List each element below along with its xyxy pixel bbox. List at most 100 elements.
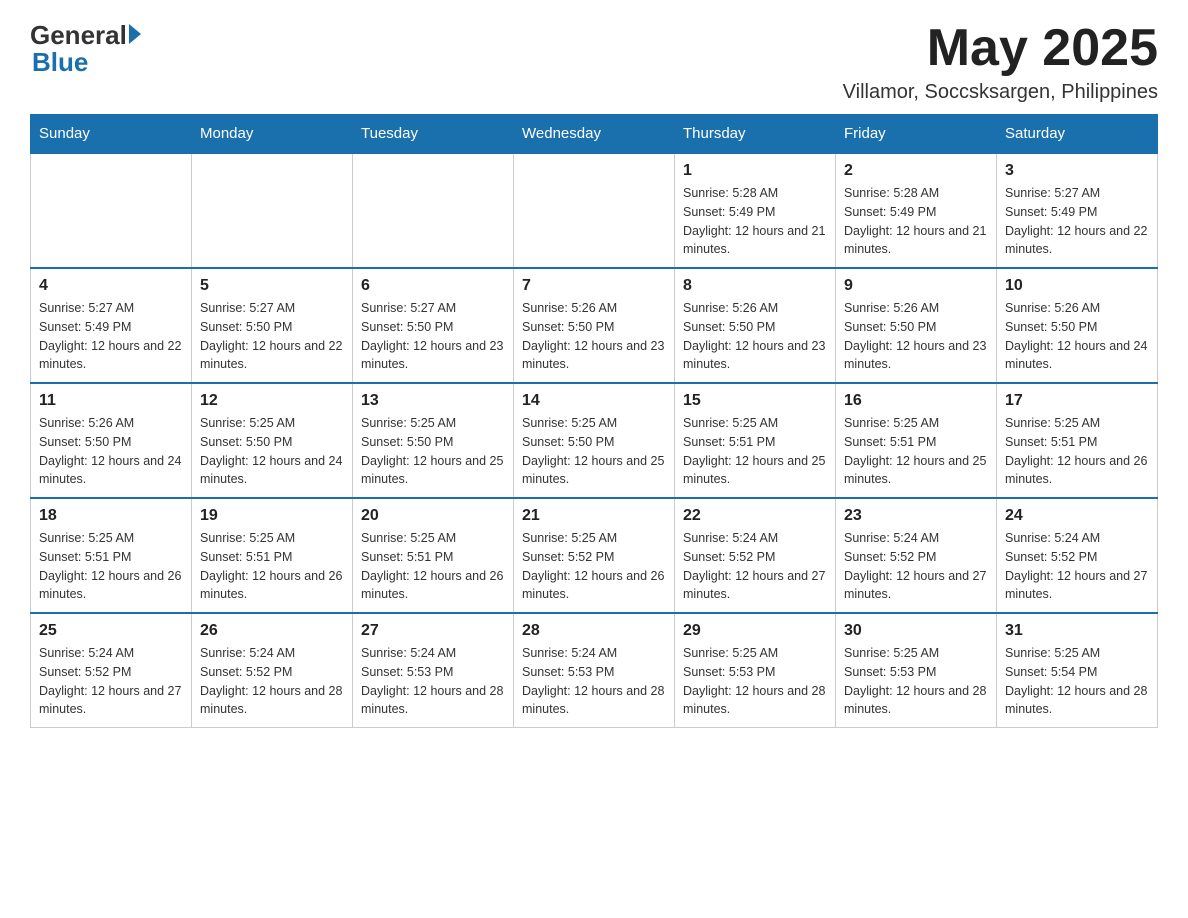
day-info: Sunrise: 5:26 AM Sunset: 5:50 PM Dayligh…: [683, 299, 827, 374]
day-number: 25: [39, 622, 183, 640]
logo-blue-text: Blue: [30, 47, 88, 78]
day-number: 5: [200, 277, 344, 295]
calendar-cell: 4Sunrise: 5:27 AM Sunset: 5:49 PM Daylig…: [31, 268, 192, 383]
calendar-cell: 24 Sunrise: 5:24 AM Sunset: 5:52 PM Dayli…: [997, 498, 1158, 613]
calendar-cell: 1 Sunrise: 5:28 AM Sunset: 5:49 PM Daylig…: [675, 153, 836, 268]
day-info: Sunrise: 5:24 AM Sunset: 5:52 PM Dayligh…: [39, 644, 183, 719]
calendar-header-wednesday: Wednesday: [514, 115, 675, 154]
calendar-cell: 7 Sunrise: 5:26 AM Sunset: 5:50 PM Daylig…: [514, 268, 675, 383]
day-info: Sunrise: 5:24 AM Sunset: 5:52 PM Dayligh…: [1005, 529, 1149, 604]
day-number: 26: [200, 622, 344, 640]
day-info: Sunrise: 5:25 AM Sunset: 5:50 PM Dayligh…: [361, 414, 505, 489]
calendar-header-saturday: Saturday: [997, 115, 1158, 154]
day-number: 15: [683, 392, 827, 410]
calendar-cell: 5 Sunrise: 5:27 AM Sunset: 5:50 PM Daylig…: [192, 268, 353, 383]
day-number: 7: [522, 277, 666, 295]
day-info: Sunrise: 5:24 AM Sunset: 5:53 PM Dayligh…: [522, 644, 666, 719]
calendar-cell: [192, 153, 353, 268]
calendar-cell: 8 Sunrise: 5:26 AM Sunset: 5:50 PM Daylig…: [675, 268, 836, 383]
calendar-cell: 15Sunrise: 5:25 AM Sunset: 5:51 PM Dayli…: [675, 383, 836, 498]
day-info: Sunrise: 5:25 AM Sunset: 5:51 PM Dayligh…: [200, 529, 344, 604]
calendar-cell: 31 Sunrise: 5:25 AM Sunset: 5:54 PM Dayli…: [997, 613, 1158, 728]
day-number: 3: [1005, 162, 1149, 180]
calendar-body: 1 Sunrise: 5:28 AM Sunset: 5:49 PM Daylig…: [31, 153, 1158, 728]
calendar-cell: 13 Sunrise: 5:25 AM Sunset: 5:50 PM Dayli…: [353, 383, 514, 498]
calendar-week-3: 11Sunrise: 5:26 AM Sunset: 5:50 PM Dayli…: [31, 383, 1158, 498]
calendar-cell: 17 Sunrise: 5:25 AM Sunset: 5:51 PM Dayli…: [997, 383, 1158, 498]
day-info: Sunrise: 5:27 AM Sunset: 5:49 PM Dayligh…: [39, 299, 183, 374]
calendar-cell: 12 Sunrise: 5:25 AM Sunset: 5:50 PM Dayli…: [192, 383, 353, 498]
day-number: 30: [844, 622, 988, 640]
calendar-week-2: 4Sunrise: 5:27 AM Sunset: 5:49 PM Daylig…: [31, 268, 1158, 383]
day-number: 17: [1005, 392, 1149, 410]
day-number: 16: [844, 392, 988, 410]
calendar-cell: [353, 153, 514, 268]
day-number: 9: [844, 277, 988, 295]
day-number: 24: [1005, 507, 1149, 525]
day-number: 31: [1005, 622, 1149, 640]
day-info: Sunrise: 5:27 AM Sunset: 5:50 PM Dayligh…: [200, 299, 344, 374]
calendar-cell: 19Sunrise: 5:25 AM Sunset: 5:51 PM Dayli…: [192, 498, 353, 613]
calendar-week-4: 18Sunrise: 5:25 AM Sunset: 5:51 PM Dayli…: [31, 498, 1158, 613]
calendar-cell: [31, 153, 192, 268]
day-info: Sunrise: 5:27 AM Sunset: 5:49 PM Dayligh…: [1005, 184, 1149, 259]
day-info: Sunrise: 5:26 AM Sunset: 5:50 PM Dayligh…: [522, 299, 666, 374]
calendar-cell: 25 Sunrise: 5:24 AM Sunset: 5:52 PM Dayli…: [31, 613, 192, 728]
day-info: Sunrise: 5:24 AM Sunset: 5:53 PM Dayligh…: [361, 644, 505, 719]
day-info: Sunrise: 5:25 AM Sunset: 5:51 PM Dayligh…: [39, 529, 183, 604]
day-number: 6: [361, 277, 505, 295]
calendar-header-tuesday: Tuesday: [353, 115, 514, 154]
calendar-cell: 9 Sunrise: 5:26 AM Sunset: 5:50 PM Daylig…: [836, 268, 997, 383]
calendar-cell: 29Sunrise: 5:25 AM Sunset: 5:53 PM Dayli…: [675, 613, 836, 728]
location-title: Villamor, Soccsksargen, Philippines: [843, 81, 1158, 104]
day-number: 22: [683, 507, 827, 525]
day-info: Sunrise: 5:24 AM Sunset: 5:52 PM Dayligh…: [844, 529, 988, 604]
page-header: General Blue May 2025 Villamor, Soccsksa…: [30, 20, 1158, 104]
calendar-cell: 18Sunrise: 5:25 AM Sunset: 5:51 PM Dayli…: [31, 498, 192, 613]
logo-arrow-icon: [129, 24, 141, 44]
day-info: Sunrise: 5:26 AM Sunset: 5:50 PM Dayligh…: [39, 414, 183, 489]
day-info: Sunrise: 5:25 AM Sunset: 5:54 PM Dayligh…: [1005, 644, 1149, 719]
day-info: Sunrise: 5:26 AM Sunset: 5:50 PM Dayligh…: [844, 299, 988, 374]
calendar-cell: 27 Sunrise: 5:24 AM Sunset: 5:53 PM Dayli…: [353, 613, 514, 728]
day-number: 20: [361, 507, 505, 525]
calendar-cell: 22 Sunrise: 5:24 AM Sunset: 5:52 PM Dayli…: [675, 498, 836, 613]
day-info: Sunrise: 5:25 AM Sunset: 5:53 PM Dayligh…: [844, 644, 988, 719]
calendar-cell: 3 Sunrise: 5:27 AM Sunset: 5:49 PM Daylig…: [997, 153, 1158, 268]
day-info: Sunrise: 5:25 AM Sunset: 5:52 PM Dayligh…: [522, 529, 666, 604]
day-info: Sunrise: 5:25 AM Sunset: 5:51 PM Dayligh…: [361, 529, 505, 604]
day-info: Sunrise: 5:25 AM Sunset: 5:50 PM Dayligh…: [200, 414, 344, 489]
day-number: 12: [200, 392, 344, 410]
day-number: 14: [522, 392, 666, 410]
calendar-week-5: 25 Sunrise: 5:24 AM Sunset: 5:52 PM Dayli…: [31, 613, 1158, 728]
day-number: 1: [683, 162, 827, 180]
day-info: Sunrise: 5:28 AM Sunset: 5:49 PM Dayligh…: [683, 184, 827, 259]
day-info: Sunrise: 5:26 AM Sunset: 5:50 PM Dayligh…: [1005, 299, 1149, 374]
calendar-cell: 16 Sunrise: 5:25 AM Sunset: 5:51 PM Dayli…: [836, 383, 997, 498]
calendar-cell: 21 Sunrise: 5:25 AM Sunset: 5:52 PM Dayli…: [514, 498, 675, 613]
calendar-table: SundayMondayTuesdayWednesdayThursdayFrid…: [30, 114, 1158, 728]
calendar-week-1: 1 Sunrise: 5:28 AM Sunset: 5:49 PM Daylig…: [31, 153, 1158, 268]
calendar-cell: 6Sunrise: 5:27 AM Sunset: 5:50 PM Daylig…: [353, 268, 514, 383]
day-number: 28: [522, 622, 666, 640]
calendar-header-monday: Monday: [192, 115, 353, 154]
day-number: 13: [361, 392, 505, 410]
day-info: Sunrise: 5:25 AM Sunset: 5:51 PM Dayligh…: [1005, 414, 1149, 489]
title-section: May 2025 Villamor, Soccsksargen, Philipp…: [843, 20, 1158, 104]
calendar-cell: 30 Sunrise: 5:25 AM Sunset: 5:53 PM Dayli…: [836, 613, 997, 728]
day-info: Sunrise: 5:25 AM Sunset: 5:50 PM Dayligh…: [522, 414, 666, 489]
day-info: Sunrise: 5:25 AM Sunset: 5:51 PM Dayligh…: [844, 414, 988, 489]
logo: General Blue: [30, 20, 141, 78]
day-number: 10: [1005, 277, 1149, 295]
calendar-cell: 28 Sunrise: 5:24 AM Sunset: 5:53 PM Dayli…: [514, 613, 675, 728]
calendar-cell: 2Sunrise: 5:28 AM Sunset: 5:49 PM Daylig…: [836, 153, 997, 268]
day-info: Sunrise: 5:25 AM Sunset: 5:53 PM Dayligh…: [683, 644, 827, 719]
day-number: 21: [522, 507, 666, 525]
day-info: Sunrise: 5:24 AM Sunset: 5:52 PM Dayligh…: [683, 529, 827, 604]
calendar-cell: 10 Sunrise: 5:26 AM Sunset: 5:50 PM Dayli…: [997, 268, 1158, 383]
day-number: 27: [361, 622, 505, 640]
calendar-cell: 23Sunrise: 5:24 AM Sunset: 5:52 PM Dayli…: [836, 498, 997, 613]
calendar-header: SundayMondayTuesdayWednesdayThursdayFrid…: [31, 115, 1158, 154]
day-number: 8: [683, 277, 827, 295]
calendar-header-sunday: Sunday: [31, 115, 192, 154]
